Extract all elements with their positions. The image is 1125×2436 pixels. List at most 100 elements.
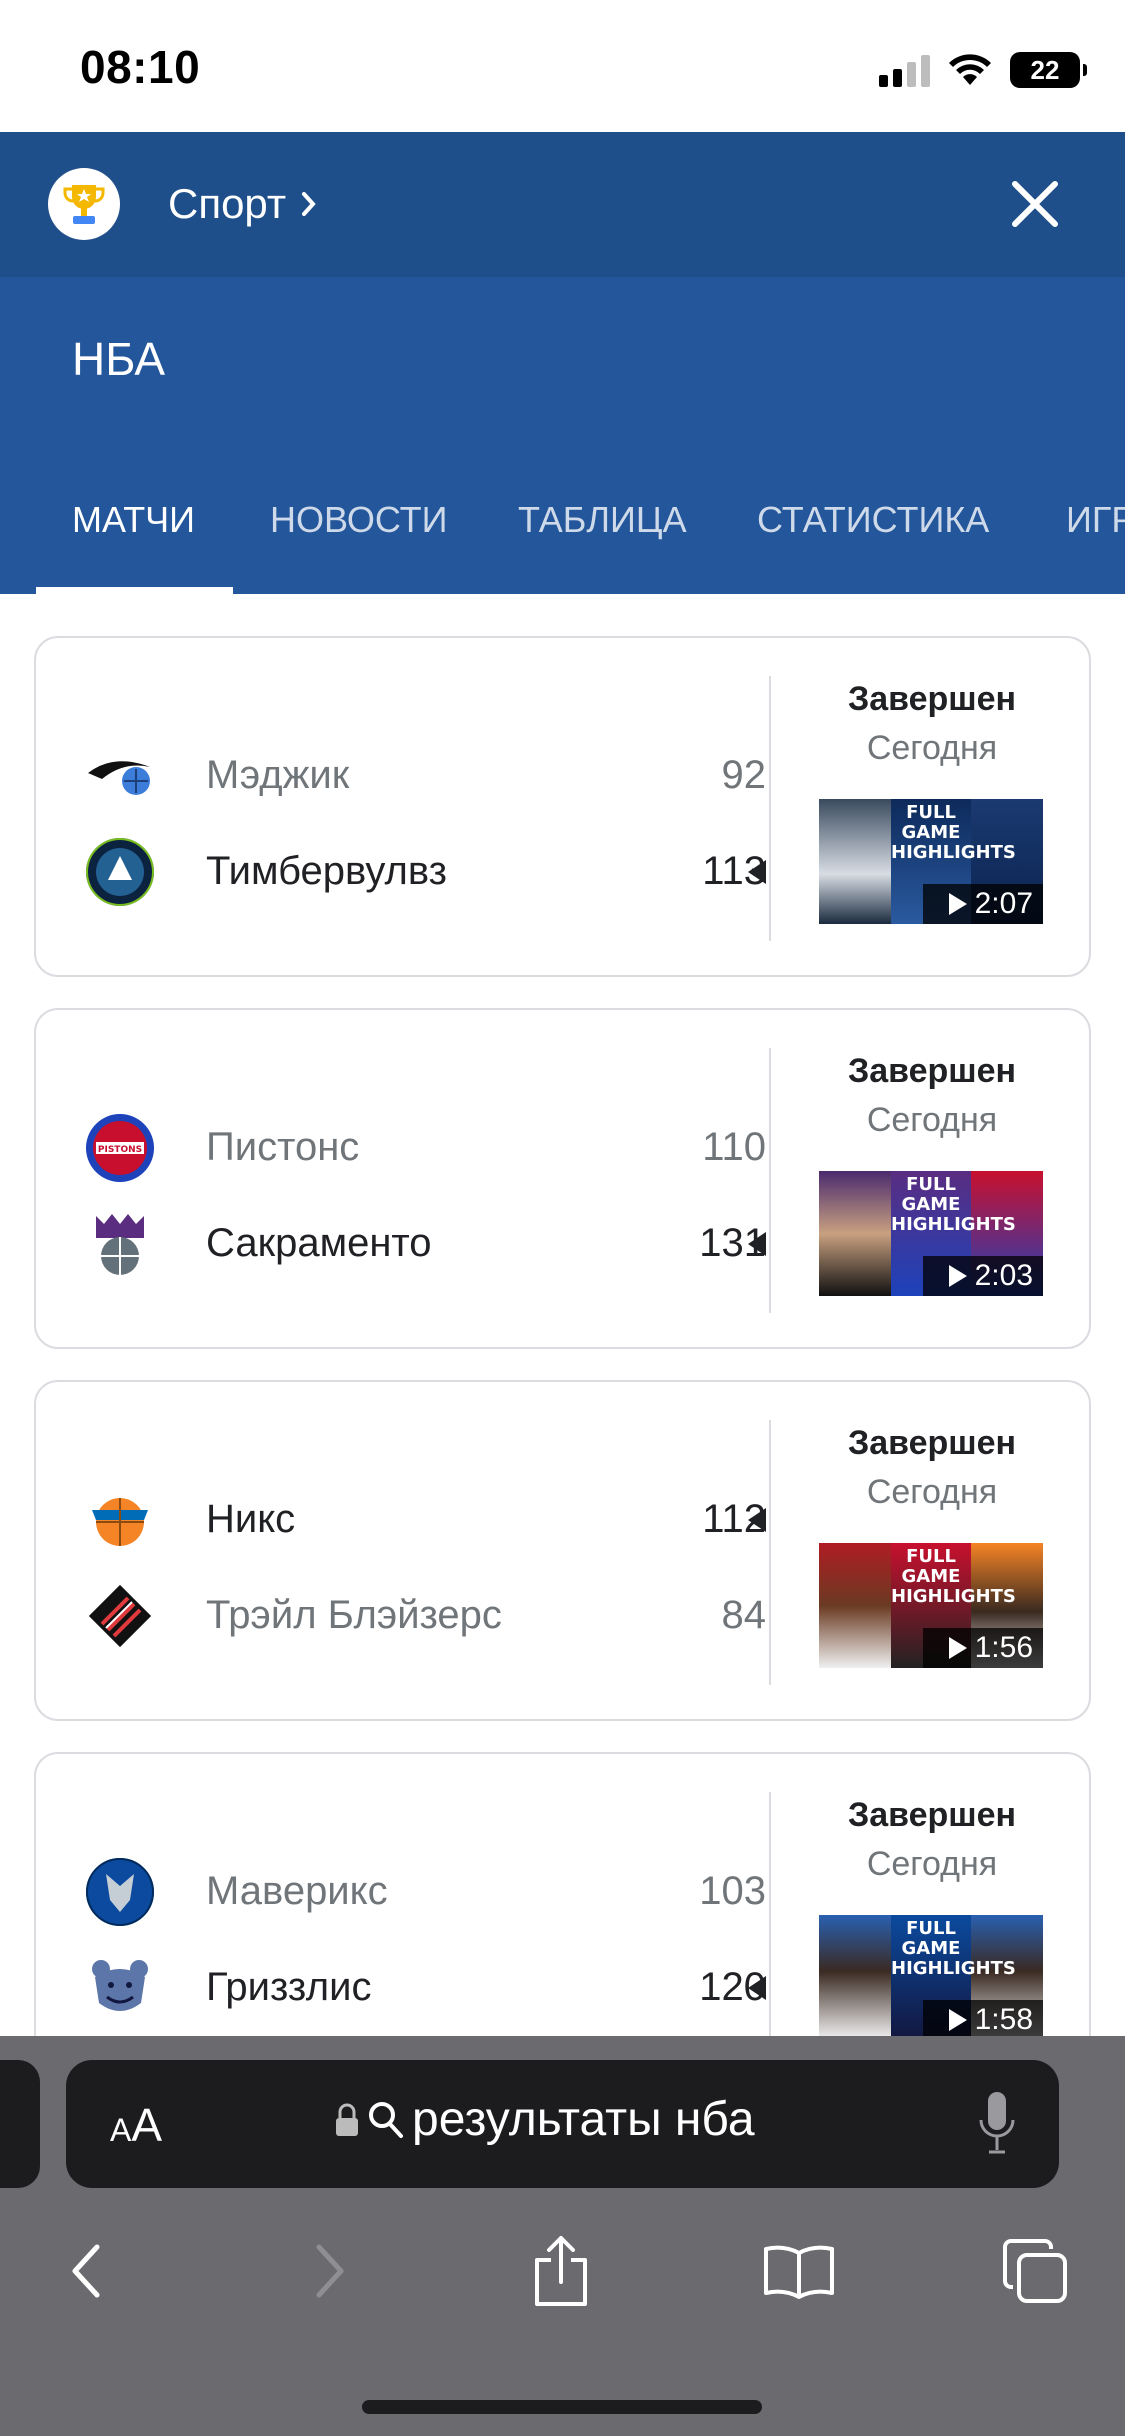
game-status: Завершен Сегодня (771, 680, 1089, 768)
game-date: Сегодня (866, 729, 998, 767)
team-row: Трэйл Блэйзерс 84 (36, 1580, 766, 1650)
wifi-icon (949, 54, 991, 85)
tab-matches[interactable]: МАТЧИ (72, 477, 195, 594)
sport-section-link[interactable]: Спорт (168, 180, 318, 228)
highlights-video-thumbnail[interactable]: FULL GAME HIGHLIGHTS 1:56 (819, 1543, 1043, 1668)
trophy-icon (48, 168, 120, 240)
game-status: Завершен Сегодня (771, 1052, 1089, 1140)
winner-arrow-icon (748, 860, 766, 884)
sport-header-bar: Спорт (0, 132, 1125, 277)
team-name: Гриззлис (206, 1965, 372, 2009)
game-date: Сегодня (866, 1845, 998, 1883)
game-date: Сегодня (866, 1473, 998, 1511)
video-title: FULL GAME HIGHLIGHTS (891, 1918, 1016, 1979)
share-button[interactable] (516, 2226, 606, 2316)
team-row: Никс 112 (36, 1484, 766, 1554)
team-score: 84 (721, 1593, 767, 1637)
video-title: FULL GAME HIGHLIGHTS (891, 802, 1016, 863)
team-name: Сакраменто (206, 1221, 432, 1265)
cellular-signal-icon (879, 53, 930, 87)
team-score: 110 (702, 1125, 766, 1169)
play-icon (948, 1265, 967, 1287)
player-image (819, 799, 891, 924)
video-duration: 2:03 (923, 1256, 1043, 1296)
team-row: Тимбервулвз 113 (36, 836, 766, 906)
game-status: Завершен Сегодня (771, 1796, 1089, 1884)
forward-button[interactable] (284, 2226, 374, 2316)
browser-toolbar (0, 2226, 1125, 2336)
team-name: Никс (206, 1497, 296, 1541)
lock-icon (336, 2103, 358, 2136)
close-icon[interactable] (1005, 174, 1065, 234)
browser-bottom-bar: AA результаты нба (0, 2036, 1125, 2436)
grizzlies-logo-icon (84, 1952, 156, 2024)
game-card[interactable]: PISTONS Пистонс 110 Сакраменто 131 Завер… (34, 1008, 1091, 1349)
status-bar: 08:10 22 (0, 0, 1125, 132)
knicks-logo-icon (84, 1484, 156, 1556)
bookmarks-button[interactable] (754, 2226, 844, 2316)
page-settings-button[interactable]: AA (110, 2098, 162, 2152)
game-status-text: Завершен (847, 1796, 1017, 1834)
play-icon (948, 2009, 967, 2031)
pistons-logo-icon: PISTONS (84, 1112, 156, 1184)
duration-text: 2:07 (974, 887, 1033, 920)
kings-logo-icon (84, 1208, 156, 1280)
timberwolves-logo-icon (84, 836, 156, 908)
highlights-video-thumbnail[interactable]: FULL GAME HIGHLIGHTS 2:03 (819, 1171, 1043, 1296)
game-date: Сегодня (866, 1101, 998, 1139)
previous-tab-peek[interactable] (0, 2060, 40, 2188)
game-status-text: Завершен (847, 1052, 1017, 1090)
chevron-left-icon (72, 2244, 100, 2298)
back-button[interactable] (42, 2226, 132, 2316)
tab-players[interactable]: ИГРОКИ (1066, 477, 1125, 594)
duration-text: 1:56 (974, 1631, 1033, 1664)
aa-big-label: A (131, 2099, 163, 2151)
game-card[interactable]: Мэджик 92 Тимбервулвз 113 Завершен Сегод… (34, 636, 1091, 977)
magic-logo-icon (84, 740, 156, 812)
svg-text:PISTONS: PISTONS (98, 1145, 142, 1155)
team-row: Гриззлис 120 (36, 1952, 766, 2022)
home-indicator (362, 2400, 762, 2414)
league-tabs: МАТЧИ НОВОСТИ ТАБЛИЦА СТАТИСТИКА ИГРОКИ (0, 477, 1125, 594)
tab-standings[interactable]: ТАБЛИЦА (518, 477, 687, 594)
play-icon (948, 1637, 967, 1659)
player-image (819, 1543, 891, 1668)
active-tab-indicator (36, 587, 233, 594)
book-icon (764, 2245, 834, 2299)
status-time: 08:10 (80, 41, 201, 93)
duration-text: 1:58 (974, 2003, 1033, 2036)
winner-arrow-icon (748, 1976, 766, 2000)
player-image (819, 1171, 891, 1296)
game-status-text: Завершен (847, 680, 1017, 718)
address-bar[interactable]: AA результаты нба (66, 2060, 1059, 2188)
address-text: результаты нба (412, 2093, 755, 2146)
tab-news[interactable]: НОВОСТИ (270, 477, 448, 594)
team-score: 103 (699, 1869, 766, 1913)
address-text-group: результаты нба (334, 2092, 755, 2147)
chevron-right-icon (302, 192, 316, 216)
video-title: FULL GAME HIGHLIGHTS (891, 1174, 1016, 1235)
team-name: Маверикс (206, 1869, 388, 1913)
aa-small-label: A (110, 2112, 132, 2148)
tab-statistics[interactable]: СТАТИСТИКА (757, 477, 989, 594)
game-status-text: Завершен (847, 1424, 1017, 1462)
duration-text: 2:03 (974, 1259, 1033, 1292)
sport-section-label: Спорт (168, 180, 287, 227)
battery-icon: 22 (1010, 52, 1087, 88)
tabs-icon (1003, 2239, 1067, 2303)
highlights-video-thumbnail[interactable]: FULL GAME HIGHLIGHTS 2:07 (819, 799, 1043, 924)
winner-arrow-icon (748, 1232, 766, 1256)
highlights-video-thumbnail[interactable]: FULL GAME HIGHLIGHTS 1:58 (819, 1915, 1043, 2040)
status-indicators: 22 (879, 50, 1087, 90)
team-name: Трэйл Блэйзерс (206, 1593, 502, 1637)
video-duration: 1:58 (923, 2000, 1043, 2040)
tabs-button[interactable] (990, 2226, 1080, 2316)
team-name: Тимбервулвз (206, 849, 447, 893)
microphone-icon[interactable] (977, 2090, 1017, 2158)
game-card[interactable]: Никс 112 Трэйл Блэйзерс 84 Завершен Сего… (34, 1380, 1091, 1721)
winner-arrow-icon (748, 1508, 766, 1532)
search-icon (369, 2101, 403, 2138)
league-title: НБА (72, 333, 166, 385)
video-duration: 2:07 (923, 884, 1043, 924)
team-row: Мэджик 92 (36, 740, 766, 810)
